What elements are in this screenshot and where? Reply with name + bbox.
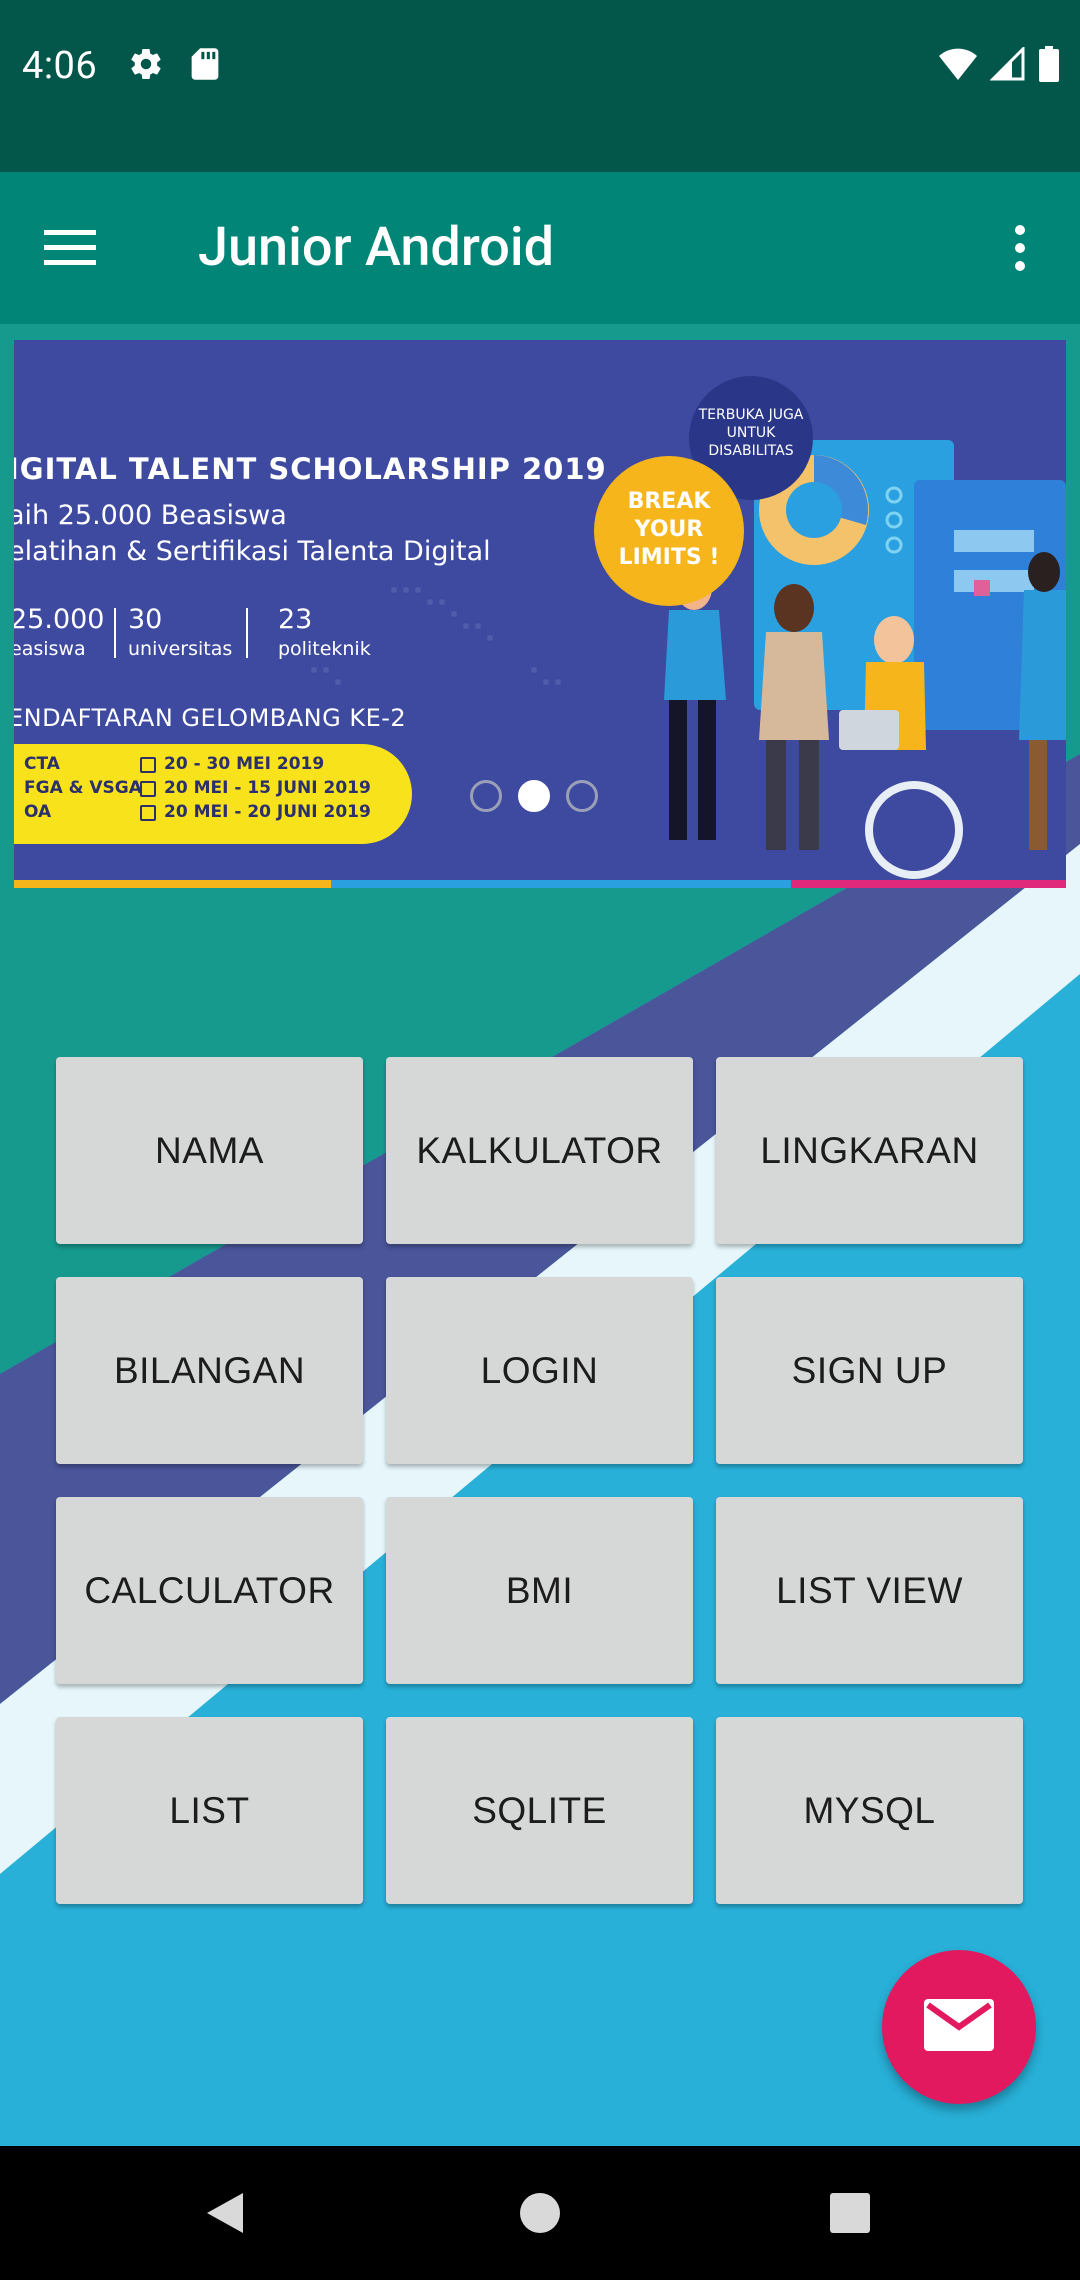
bmi-button[interactable]: BMI [386,1497,693,1684]
stat-polytechnic-count: 23 [278,604,313,635]
home-icon[interactable] [495,2168,585,2258]
slider-dot[interactable] [566,780,598,812]
app-title: Junior Android [198,216,555,279]
list-view-button[interactable]: LIST VIEW [716,1497,1023,1684]
hamburger-menu-icon[interactable] [30,208,110,288]
nama-button[interactable]: NAMA [56,1057,363,1244]
status-right-icons [938,45,1060,86]
slider-indicator [470,780,598,812]
signal-icon [989,45,1026,85]
status-bar: 4:06 [0,0,1080,172]
banner-subtitle-1: aih 25.000 Beasiswa [14,500,287,531]
list-button[interactable]: LIST [56,1717,363,1904]
banner-registration-wave: ENDAFTARAN GELOMBANG KE-2 [14,704,407,732]
stat-scholarship-label: easiswa [14,638,86,660]
calendar-icon [140,805,156,821]
wifi-icon [938,47,978,85]
schedule-program: CTA [24,754,60,774]
calculator-button[interactable]: CALCULATOR [56,1497,363,1684]
stat-polytechnic-label: politeknik [278,638,371,660]
lingkaran-button[interactable]: LINGKARAN [716,1057,1023,1244]
calendar-icon [140,757,156,773]
login-button[interactable]: LOGIN [386,1277,693,1464]
schedule-dates: 20 MEI - 15 JUNI 2019 [164,778,371,798]
schedule-program: FGA & VSGA [24,778,142,798]
back-icon[interactable] [180,2168,270,2258]
slider-dot[interactable] [470,780,502,812]
stat-divider [114,608,116,658]
sqlite-button[interactable]: SQLITE [386,1717,693,1904]
schedule-program: OA [24,802,52,822]
kalkulator-button[interactable]: KALKULATOR [386,1057,693,1244]
schedule-dates: 20 MEI - 20 JUNI 2019 [164,802,371,822]
sign-up-button[interactable]: SIGN UP [716,1277,1023,1464]
bilangan-button[interactable]: BILANGAN [56,1277,363,1464]
banner-subtitle-2: elatihan & Sertifikasi Talenta Digital [14,536,491,567]
system-navigation-bar [0,2146,1080,2280]
recents-icon[interactable] [805,2168,895,2258]
stat-scholarship-count: 25.000 [14,604,105,635]
banner-color-strip [14,880,1066,888]
calendar-icon [140,781,156,797]
slider-dot-active[interactable] [518,780,550,812]
settings-icon [128,46,164,86]
schedule-box: CTA 20 - 30 MEI 2019 FGA & VSGA 20 MEI -… [14,744,412,844]
stat-university-count: 30 [128,604,163,635]
stat-university-label: universitas [128,638,233,660]
email-icon [924,1999,994,2055]
sd-card-icon [190,47,220,85]
stat-divider [246,608,248,658]
battery-icon [1038,46,1060,86]
disability-badge-text: TERBUKA JUGA UNTUK DISABILITAS [698,407,804,459]
screen: 4:06 Junior Android IGITAL TALENT SCHOLA… [0,0,1080,2280]
status-time: 4:06 [22,44,98,88]
status-left-icons [128,46,220,86]
schedule-dates: 20 - 30 MEI 2019 [164,754,325,774]
image-slider-banner[interactable]: IGITAL TALENT SCHOLARSHIP 2019 aih 25.00… [14,340,1066,888]
email-fab-button[interactable] [882,1950,1036,2104]
break-limits-text: BREAK YOUR LIMITS ! [618,489,720,570]
menu-button-grid: NAMA KALKULATOR LINGKARAN BILANGAN LOGIN… [56,1057,1024,1904]
mysql-button[interactable]: MYSQL [716,1717,1023,1904]
more-vert-icon[interactable] [980,208,1060,288]
app-bar: Junior Android [0,172,1080,324]
banner-title: IGITAL TALENT SCHOLARSHIP 2019 [14,452,607,486]
